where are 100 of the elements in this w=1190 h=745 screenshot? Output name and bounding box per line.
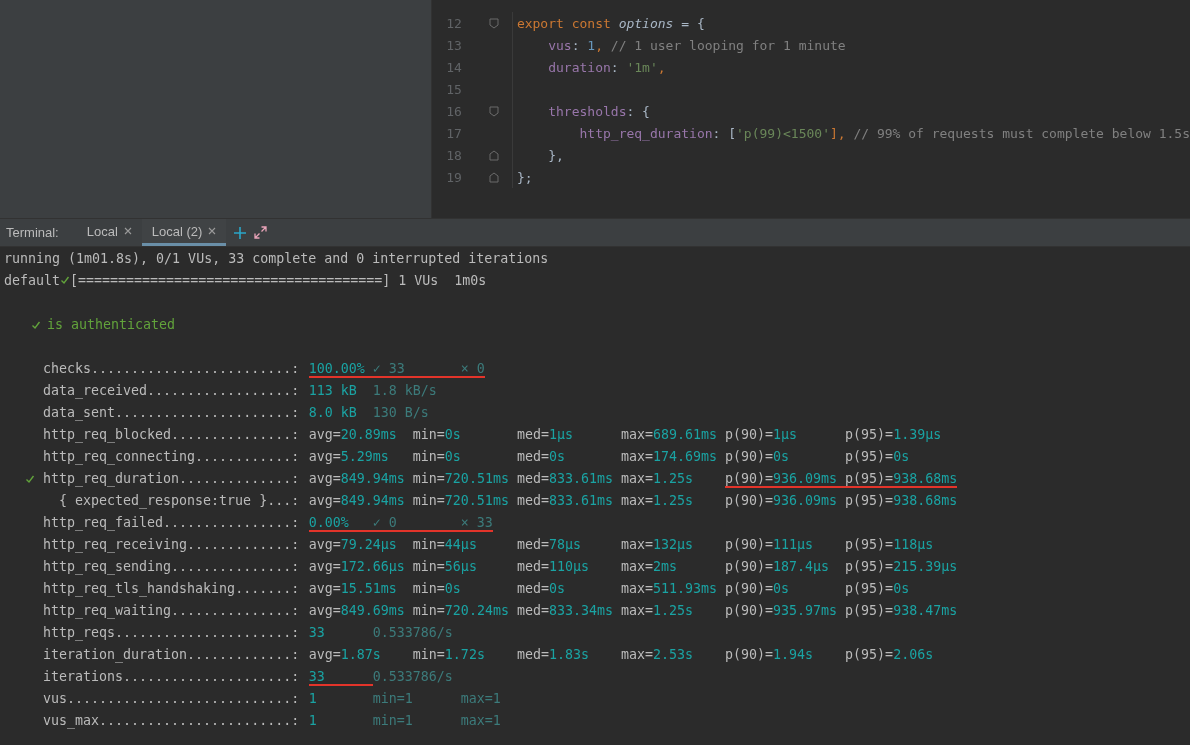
metric-stat: avg=849.69ms [308, 602, 405, 620]
metric-value: 0.00% [308, 514, 349, 532]
scenario-name: default [4, 272, 61, 290]
close-icon[interactable] [123, 227, 132, 235]
code-line: export const options = { [516, 15, 705, 31]
metric-stat: min=720.24ms [412, 602, 509, 620]
code-line: thresholds: { [547, 103, 650, 119]
progress-text: [======================================] 1 VUs 1m0s [70, 272, 487, 290]
line-number: 19 [445, 169, 462, 185]
metric-name: iterations.....................: [43, 668, 300, 686]
terminal-tab[interactable]: Local [76, 219, 142, 246]
metric-stat: med=110µs [516, 558, 589, 576]
metric-stat: min=1.72s [412, 646, 485, 664]
metric-stat: p(95)=938.68ms [845, 470, 958, 488]
metric-stat: avg=20.89ms [308, 426, 397, 444]
metric-name: http_req_failed................: [43, 514, 300, 533]
metric-stat: p(95)=1.39µs [845, 426, 942, 444]
metric-rate: × 0 [460, 360, 485, 378]
metric-stat: p(90)=187.4µs [725, 558, 830, 576]
fold-icon[interactable] [488, 149, 499, 161]
metric-value: 33 [308, 624, 325, 642]
check-name: is authenticated [47, 316, 176, 334]
add-icon[interactable] [234, 226, 247, 239]
metric-name: http_req_connecting............: [43, 448, 300, 467]
metric-name: http_req_sending...............: [43, 558, 300, 577]
metric-stat: max=1.25s [620, 602, 693, 620]
metric-stat: max=2.53s [620, 646, 693, 664]
metric-stat: p(90)=0s [725, 448, 790, 466]
metric-name: checks.........................: [43, 360, 300, 378]
metric-stat: min=720.51ms [412, 470, 509, 488]
metric-rate: 0.533786/s [372, 668, 453, 686]
metric-stat: p(90)=1µs [725, 426, 798, 444]
metric-stat: p(95)=938.47ms [845, 602, 958, 620]
metric-rate: min=1 [372, 690, 413, 708]
line-number: 12 [445, 15, 462, 31]
expand-icon[interactable] [254, 226, 268, 239]
metric-value: 1 [308, 690, 317, 708]
metric-stat: max=1.25s [620, 470, 693, 488]
metric-stat: min=0s [412, 448, 461, 466]
panel-title: Terminal: [5, 225, 60, 240]
metric-rate: ✓ 0 [372, 514, 397, 532]
metric-rate: 1.8 kB/s [372, 382, 437, 400]
terminal-tab[interactable]: Local (2) [141, 219, 227, 246]
metric-stat: p(95)=215.39µs [845, 558, 958, 576]
metric-name: http_req_tls_handshaking.......: [43, 580, 300, 599]
metric-stat: avg=1.87s [308, 646, 381, 664]
metric-stat: avg=849.94ms [308, 470, 405, 488]
metric-stat: med=833.34ms [516, 602, 613, 620]
metric-stat: p(90)=0s [725, 580, 790, 598]
metric-rate: 0.533786/s [372, 624, 453, 642]
metric-name: vus............................: [43, 690, 300, 708]
line-number: 16 [445, 103, 462, 119]
metric-stat: p(95)=2.06s [845, 646, 934, 664]
metric-stat: avg=172.66µs [308, 558, 405, 576]
metric-value: 113 kB [308, 382, 357, 400]
metric-stat: max=2ms [620, 558, 677, 576]
metric-name: http_req_waiting...............: [43, 602, 300, 621]
code-line: }; [516, 169, 533, 185]
metric-name: iteration_duration.............: [43, 646, 300, 665]
metric-stat: med=833.61ms [516, 470, 613, 488]
line-number: 14 [445, 59, 462, 75]
metric-stat: p(95)=0s [845, 580, 910, 598]
close-icon[interactable] [208, 227, 217, 235]
status-line: running (1m01.8s), 0/1 VUs, 33 complete and 0 interrupted iterations [4, 250, 549, 268]
metric-rate: × 33 [460, 514, 493, 532]
metric-stat: med=833.61ms [516, 492, 613, 510]
metric-stat: p(90)=936.09ms [725, 470, 838, 488]
fold-icon[interactable] [488, 105, 499, 117]
metric-stat: min=0s [412, 426, 461, 444]
metric-stat: min=56µs [412, 558, 477, 576]
code-line: vus: 1, // 1 user looping for 1 minute [547, 37, 846, 53]
metric-stat: avg=849.94ms [308, 492, 405, 510]
metric-stat: max=132µs [620, 536, 693, 554]
metric-stat: max=689.61ms [620, 426, 718, 444]
metric-stat: max=174.69ms [620, 448, 718, 466]
metric-rate: ✓ 33 [372, 360, 405, 378]
metric-rate: max=1 [460, 712, 501, 730]
metric-stat: p(95)=938.68ms [845, 492, 958, 510]
metric-stat: p(90)=936.09ms [725, 492, 838, 510]
metric-name: http_req_receiving.............: [43, 536, 300, 555]
metric-stat: max=1.25s [620, 492, 693, 510]
line-number: 17 [445, 125, 462, 141]
metric-name: data_sent......................: [43, 404, 300, 423]
metric-stat: p(90)=1.94s [725, 646, 814, 664]
metric-stat: med=1.83s [516, 646, 589, 664]
line-number: 18 [445, 147, 462, 163]
metric-stat: med=0s [516, 448, 565, 466]
metric-name: http_req_duration..............: [43, 470, 300, 489]
fold-icon[interactable] [488, 171, 499, 183]
metric-rate: max=1 [460, 690, 501, 708]
fold-icon[interactable] [488, 17, 499, 29]
line-number: 13 [445, 37, 462, 53]
metric-rate: min=1 [372, 712, 413, 730]
metric-stat: med=78µs [516, 536, 581, 554]
metric-stat: p(90)=935.97ms [725, 602, 838, 620]
metric-stat: p(90)=111µs [725, 536, 814, 554]
metric-name: vus_max........................: [43, 712, 300, 731]
metric-rate: 130 B/s [372, 404, 429, 422]
code-line: }, [547, 147, 564, 163]
metric-stat: min=0s [412, 580, 461, 598]
